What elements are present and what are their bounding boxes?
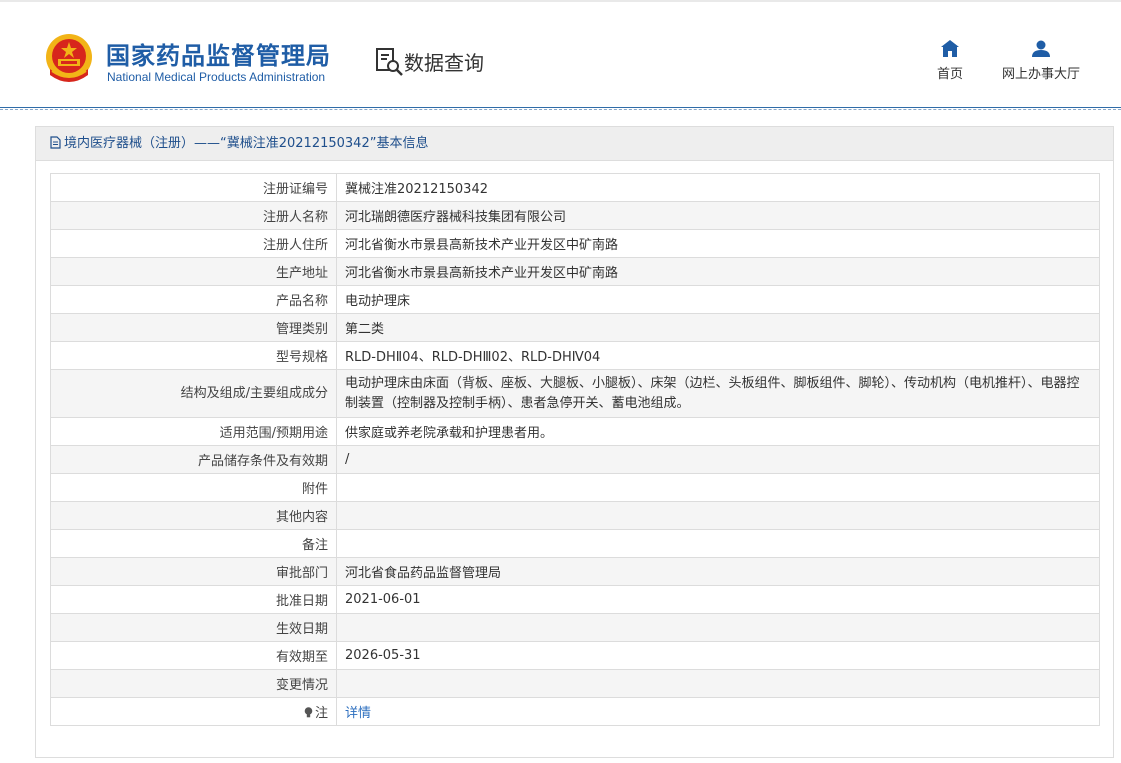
field-value: 2026-05-31 <box>336 641 1100 670</box>
table-row: 审批部门 河北省食品药品监督管理局 <box>50 557 1100 586</box>
field-value <box>336 473 1100 502</box>
table-row: 注册人名称 河北瑞朗德医疗器械科技集团有限公司 <box>50 201 1100 230</box>
note-label: 注 <box>314 706 328 721</box>
table-row: 适用范围/预期用途 供家庭或养老院承载和护理患者用。 <box>50 417 1100 446</box>
panel-title: 境内医疗器械（注册）——“冀械注准20212150342”基本信息 <box>64 136 429 151</box>
field-label: 型号规格 <box>50 341 337 370</box>
field-label: 生效日期 <box>50 613 337 642</box>
field-label: 注 <box>50 697 337 726</box>
field-value: 供家庭或养老院承载和护理患者用。 <box>336 417 1100 446</box>
table-row: 注册证编号 冀械注准20212150342 <box>50 173 1100 202</box>
table-row: 注册人住所 河北省衡水市景县高新技术产业开发区中矿南路 <box>50 229 1100 258</box>
site-title-cn: 国家药品监督管理局 <box>106 42 331 70</box>
field-value: RLD-DHⅡ04、RLD-DHⅢ02、RLD-DHⅣ04 <box>336 341 1100 370</box>
details-link[interactable]: 详情 <box>345 706 371 721</box>
table-row-note: 注 详情 <box>50 697 1100 726</box>
field-label: 注册人名称 <box>50 201 337 230</box>
field-value: 冀械注准20212150342 <box>336 173 1100 202</box>
field-label: 其他内容 <box>50 501 337 530</box>
table-row: 生效日期 <box>50 613 1100 642</box>
nav-online-service-hall[interactable]: 网上办事大厅 <box>998 40 1084 82</box>
field-value: 第二类 <box>336 313 1100 342</box>
info-panel: 境内医疗器械（注册）——“冀械注准20212150342”基本信息 注册证编号冀… <box>35 126 1114 758</box>
field-label: 管理类别 <box>50 313 337 342</box>
field-label: 产品名称 <box>50 285 337 314</box>
national-emblem-icon <box>46 34 92 82</box>
field-label: 生产地址 <box>50 257 337 286</box>
field-label: 结构及组成/主要组成成分 <box>50 369 337 418</box>
table-row: 其他内容 <box>50 501 1100 530</box>
field-label: 批准日期 <box>50 585 337 614</box>
field-label: 产品储存条件及有效期 <box>50 445 337 474</box>
field-label: 审批部门 <box>50 557 337 586</box>
field-value: 电动护理床 <box>336 285 1100 314</box>
table-row: 有效期至 2026-05-31 <box>50 641 1100 670</box>
nav-home[interactable]: 首页 <box>930 40 970 82</box>
field-label: 备注 <box>50 529 337 558</box>
field-value: 河北省衡水市景县高新技术产业开发区中矿南路 <box>336 229 1100 258</box>
field-label: 有效期至 <box>50 641 337 670</box>
field-label: 变更情况 <box>50 669 337 698</box>
field-value: 详情 <box>336 697 1100 726</box>
data-query-title: 数据查询 <box>404 51 484 75</box>
device-info-table: 注册证编号 冀械注准20212150342 注册人名称 河北瑞朗德医疗器械科技集团有限… <box>50 173 1100 726</box>
search-document-icon <box>376 48 403 76</box>
field-value <box>336 669 1100 698</box>
field-label: 适用范围/预期用途 <box>50 417 337 446</box>
table-row: 产品储存条件及有效期 / <box>50 445 1100 474</box>
table-row: 结构及组成/主要组成成分 电动护理床由床面（背板、座板、大腿板、小腿板）、床架（边… <box>50 369 1100 418</box>
user-icon <box>1032 40 1050 57</box>
site-title-en: National Medical Products Administration <box>107 70 326 84</box>
table-row: 型号规格 RLD-DHⅡ04、RLD-DHⅢ02、RLD-DHⅣ04 <box>50 341 1100 370</box>
table-row: 批准日期 2021-06-01 <box>50 585 1100 614</box>
site-header: 国家药品监督管理局 National Medical Products Admi… <box>0 2 1121 107</box>
field-value <box>336 529 1100 558</box>
field-value <box>336 501 1100 530</box>
field-label: 注册证编号 <box>50 173 337 202</box>
field-label: 注册人住所 <box>50 229 337 258</box>
header-divider <box>0 107 1121 110</box>
field-label: 附件 <box>50 473 337 502</box>
field-value: 河北瑞朗德医疗器械科技集团有限公司 <box>336 201 1100 230</box>
table-row: 管理类别 第二类 <box>50 313 1100 342</box>
field-value <box>336 613 1100 642</box>
panel-header: 境内医疗器械（注册）——“冀械注准20212150342”基本信息 <box>36 127 1113 161</box>
field-value: 电动护理床由床面（背板、座板、大腿板、小腿板）、床架（边栏、头板组件、脚板组件、… <box>336 369 1100 418</box>
table-row: 生产地址 河北省衡水市景县高新技术产业开发区中矿南路 <box>50 257 1100 286</box>
document-icon <box>50 136 61 149</box>
table-row: 附件 <box>50 473 1100 502</box>
table-row: 变更情况 <box>50 669 1100 698</box>
field-value: 河北省衡水市景县高新技术产业开发区中矿南路 <box>336 257 1100 286</box>
field-value: 河北省食品药品监督管理局 <box>336 557 1100 586</box>
nav-online-service-hall-label: 网上办事大厅 <box>1001 67 1080 82</box>
lightbulb-icon <box>304 707 313 718</box>
nav-home-label: 首页 <box>936 67 963 82</box>
field-value: / <box>336 445 1100 474</box>
table-row: 备注 <box>50 529 1100 558</box>
field-value: 2021-06-01 <box>336 585 1100 614</box>
home-icon <box>941 40 959 57</box>
table-row: 产品名称 电动护理床 <box>50 285 1100 314</box>
